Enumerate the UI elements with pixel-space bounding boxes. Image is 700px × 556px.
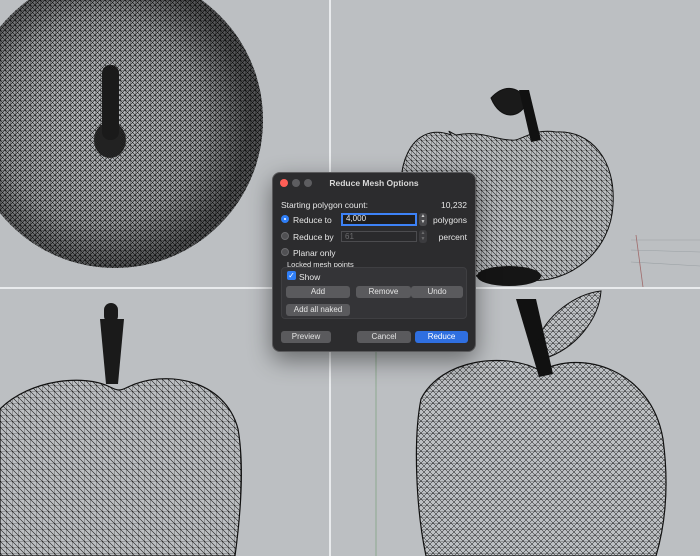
add-button[interactable]: Add: [286, 286, 350, 298]
cancel-button[interactable]: Cancel: [357, 331, 411, 343]
remove-button[interactable]: Remove: [356, 286, 411, 298]
reduce-button[interactable]: Reduce: [415, 331, 468, 343]
dialog-title: Reduce Mesh Options: [329, 178, 419, 188]
starting-count-label: Starting polygon count:: [281, 200, 368, 210]
planar-only-row: Planar only: [281, 247, 467, 259]
checkmark-icon[interactable]: ✓: [287, 271, 296, 280]
reduce-by-radio[interactable]: [281, 232, 289, 240]
reduce-to-row: Reduce to 4,000 ▲ ▼ polygons: [281, 213, 467, 227]
planar-only-radio[interactable]: [281, 248, 289, 256]
reduce-by-unit: percent: [438, 232, 467, 242]
preview-button[interactable]: Preview: [281, 331, 331, 343]
starting-count-value: 10,232: [441, 200, 467, 210]
reduce-to-radio[interactable]: [281, 215, 289, 223]
reduce-to-input[interactable]: 4,000: [341, 213, 417, 226]
show-label: Show: [299, 272, 321, 282]
reduce-by-row: Reduce by 61 ▲ ▼ percent: [281, 230, 467, 244]
reduce-to-unit: polygons: [432, 215, 467, 225]
stepper-icon[interactable]: ▲ ▼: [419, 230, 427, 243]
dialog-titlebar[interactable]: Reduce Mesh Options: [273, 173, 475, 193]
reduce-mesh-dialog: Reduce Mesh Options Starting polygon cou…: [272, 172, 476, 352]
undo-button[interactable]: Undo: [411, 286, 463, 298]
add-all-naked-button[interactable]: Add all naked: [286, 304, 350, 316]
reduce-to-label: Reduce to: [293, 215, 332, 225]
locked-mesh-points-group: ✓ Show Add Remove Undo Add all naked: [281, 267, 467, 319]
starting-count-row: Starting polygon count: 10,232: [281, 200, 467, 211]
reduce-by-input[interactable]: 61: [341, 231, 417, 242]
stepper-icon[interactable]: ▲ ▼: [419, 213, 427, 226]
reduce-by-label: Reduce by: [293, 232, 334, 242]
planar-only-label: Planar only: [293, 248, 336, 258]
